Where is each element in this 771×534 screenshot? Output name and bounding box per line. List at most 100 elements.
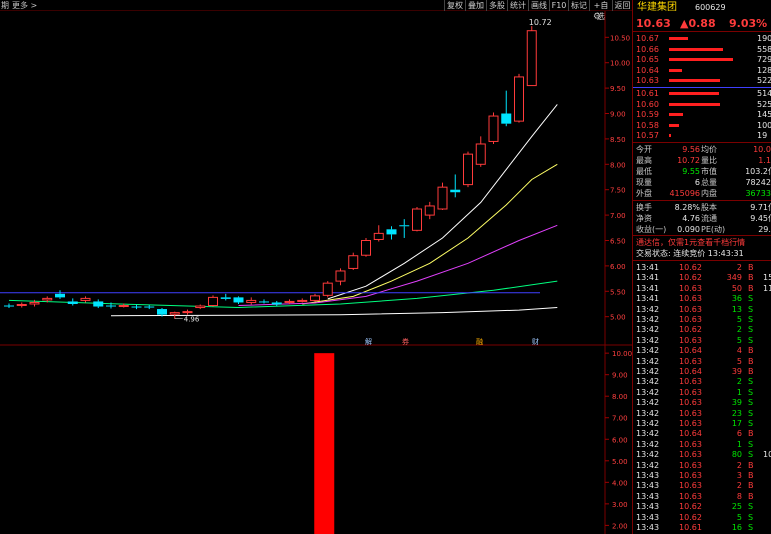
tick-row[interactable]: 13:42 10.63 17 S: [633, 419, 771, 429]
promo-notice[interactable]: 通达信，仅需1元查看千档行情: [636, 238, 771, 248]
bid-row[interactable]: 10.61 514: [633, 89, 771, 99]
back-button[interactable]: 返回: [612, 0, 632, 11]
tick-row[interactable]: 13:41 10.63 36 S: [633, 294, 771, 304]
tick-price: 10.63: [679, 481, 702, 491]
tick-row[interactable]: 13:43 10.63 2 B: [633, 481, 771, 491]
ask-row[interactable]: 10.64 128: [633, 66, 771, 76]
tick-price: 10.61: [679, 523, 702, 532]
adjust-button[interactable]: 复权: [444, 0, 465, 11]
candle-body: [246, 299, 257, 303]
ask-volume-bar: [669, 68, 682, 72]
tick-row[interactable]: 13:42 10.63 13 S: [633, 305, 771, 315]
candle-body: [182, 311, 193, 314]
tick-time: 13:41: [636, 283, 660, 293]
tick-row[interactable]: 13:42 10.64 39 B: [633, 367, 771, 377]
tick-row[interactable]: 13:42 10.63 80 S 10: [633, 450, 771, 460]
stat-value: 0.090: [677, 225, 700, 234]
tick-row[interactable]: 13:42 10.63 2 S: [633, 377, 771, 387]
multi-stock-button[interactable]: 多股: [486, 0, 507, 11]
tick-row[interactable]: 13:42 10.64 6 B: [633, 429, 771, 439]
volume-tick-label: 5.00: [612, 458, 628, 466]
stat-label: 最高: [636, 156, 652, 165]
ask-volume: 558: [757, 44, 771, 54]
candle-body: [463, 153, 473, 186]
marker-margin[interactable]: 融: [476, 337, 483, 346]
marker-securities[interactable]: 券: [402, 337, 409, 346]
candle: [144, 305, 155, 310]
tick-row[interactable]: 13:43 10.61 16 S: [633, 523, 771, 533]
price-tick-label: 5.50: [610, 288, 626, 296]
draw-line-button[interactable]: 画线: [528, 0, 549, 11]
stat-label: PE(动): [701, 225, 726, 234]
f10-button[interactable]: F10: [549, 0, 568, 11]
statistics-button[interactable]: 统计: [507, 0, 528, 11]
tick-row[interactable]: 13:42 10.63 2 B: [633, 461, 771, 471]
tick-row[interactable]: 13:42 10.63 39 S: [633, 398, 771, 408]
tick-price: 10.63: [679, 294, 702, 304]
tick-row[interactable]: 13:43 10.62 5 S: [633, 513, 771, 523]
tick-volume: 39: [731, 398, 742, 408]
tick-time: 13:42: [636, 408, 660, 418]
tick-price: 10.63: [679, 491, 702, 501]
separator: [633, 31, 771, 32]
bid-row[interactable]: 10.58 100: [633, 121, 771, 131]
tick-row[interactable]: 13:42 10.63 5 S: [633, 315, 771, 325]
tick-price: 10.63: [679, 315, 702, 324]
stat-row: 最高 10.72量比 1.16: [633, 156, 771, 166]
ask-row[interactable]: 10.65 729: [633, 55, 771, 65]
bid-row[interactable]: 10.60 525: [633, 100, 771, 110]
tick-row[interactable]: 13:42 10.63 5 S: [633, 336, 771, 346]
separator: [633, 142, 771, 143]
candle: [246, 297, 257, 305]
period-menu[interactable]: 期: [1, 0, 9, 11]
tick-row[interactable]: 13:42 10.63 23 S: [633, 409, 771, 419]
tick-row[interactable]: 13:41 10.62 349 B 15: [633, 273, 771, 283]
marker-unlock[interactable]: 解: [365, 337, 372, 346]
overlay-button[interactable]: 叠加: [465, 0, 486, 11]
tick-row[interactable]: 13:42 10.63 1 S: [633, 440, 771, 450]
kline-chart[interactable]: 10.50 10.00 9.50 9.00 8.50 8.00 7.50 7.00 6.50 6.…: [0, 11, 632, 534]
marker-finance[interactable]: 财: [532, 337, 539, 346]
bid-volume-bar: [669, 123, 680, 127]
tick-row[interactable]: 13:42 10.64 4 B: [633, 346, 771, 356]
tick-row[interactable]: 13:41 10.63 50 B 11: [633, 284, 771, 294]
bid-row[interactable]: 10.59 145: [633, 110, 771, 120]
tick-row[interactable]: 13:42 10.63 1 S: [633, 388, 771, 398]
tick-time: 13:43: [636, 481, 660, 491]
tick-row[interactable]: 13:41 10.62 2 B: [633, 263, 771, 273]
chart-area[interactable]: 10.50 10.00 9.50 9.00 8.50 8.00 7.50 7.00 6.50 6.…: [0, 11, 632, 534]
candle-body: [348, 255, 359, 269]
candle-body: [93, 301, 104, 307]
more-menu[interactable]: 更多 >: [12, 0, 37, 11]
candle: [131, 304, 142, 310]
ask-row[interactable]: 10.63 522: [633, 76, 771, 86]
tick-row[interactable]: 13:42 10.62 2 S: [633, 325, 771, 335]
tick-direction: B: [748, 471, 754, 480]
stat-label: 最低: [636, 167, 652, 176]
tick-direction: B: [748, 283, 754, 293]
settings-icon[interactable]: ⚙: [593, 12, 601, 22]
ask-row[interactable]: 10.67 190: [633, 34, 771, 44]
tick-row[interactable]: 13:43 10.63 8 B: [633, 492, 771, 502]
tick-time: 13:43: [636, 491, 660, 501]
mark-button[interactable]: 标记: [568, 0, 589, 11]
tick-row[interactable]: 13:43 10.63 3 B: [633, 471, 771, 481]
candle-body: [437, 186, 448, 210]
candle: [475, 136, 486, 167]
tick-time: 13:42: [636, 356, 660, 366]
tick-row[interactable]: 13:42 10.63 5 B: [633, 357, 771, 367]
candle-body: [310, 295, 320, 301]
price-axis: 10.50 10.00 9.50 9.00 8.50 8.00 7.50 7.00 6.50 6.…: [605, 34, 630, 322]
bid-row[interactable]: 10.57 19: [633, 131, 771, 141]
add-watchlist-button[interactable]: +自选: [589, 0, 612, 21]
tick-volume: 1: [736, 387, 742, 397]
candle: [259, 299, 269, 304]
tick-row[interactable]: 13:43 10.62 25 S: [633, 502, 771, 512]
ask-row[interactable]: 10.66 558: [633, 45, 771, 55]
tick-time: 13:42: [636, 335, 660, 345]
tick-direction: S: [748, 502, 754, 512]
tick-time: 13:42: [636, 304, 660, 314]
tick-time: 13:42: [636, 460, 660, 470]
bid-volume: 514: [757, 89, 771, 98]
tick-volume: 349: [726, 273, 742, 283]
